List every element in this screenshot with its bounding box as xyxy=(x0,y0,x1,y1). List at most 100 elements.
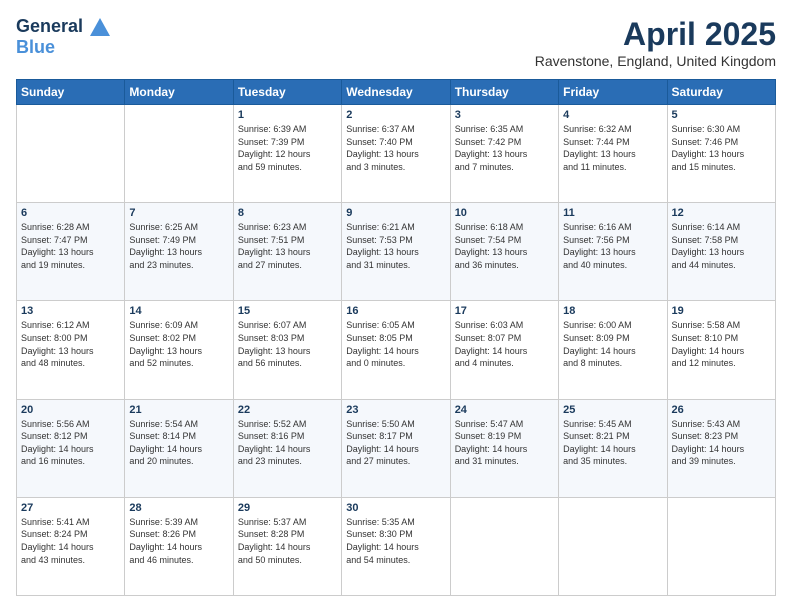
title-block: April 2025 Ravenstone, England, United K… xyxy=(535,16,776,69)
day-number: 11 xyxy=(563,207,662,219)
day-info: Sunrise: 6:39 AM Sunset: 7:39 PM Dayligh… xyxy=(238,123,337,173)
day-info: Sunrise: 6:28 AM Sunset: 7:47 PM Dayligh… xyxy=(21,221,120,271)
day-info: Sunrise: 5:50 AM Sunset: 8:17 PM Dayligh… xyxy=(346,418,445,468)
calendar-week-3: 13Sunrise: 6:12 AM Sunset: 8:00 PM Dayli… xyxy=(17,301,776,399)
day-info: Sunrise: 5:41 AM Sunset: 8:24 PM Dayligh… xyxy=(21,516,120,566)
calendar-header-friday: Friday xyxy=(559,80,667,105)
calendar-cell: 12 Sunrise: 6:14 AM Sunset: 7:58 PM Dayli… xyxy=(667,203,775,301)
calendar-cell: 9Sunrise: 6:21 AM Sunset: 7:53 PM Daylig… xyxy=(342,203,450,301)
calendar-header-sunday: Sunday xyxy=(17,80,125,105)
day-info: Sunrise: 5:54 AM Sunset: 8:14 PM Dayligh… xyxy=(129,418,228,468)
day-info: Sunrise: 5:39 AM Sunset: 8:26 PM Dayligh… xyxy=(129,516,228,566)
day-number: 10 xyxy=(455,207,554,219)
calendar-cell: 18 Sunrise: 6:00 AM Sunset: 8:09 PM Dayli… xyxy=(559,301,667,399)
calendar-cell: 16 Sunrise: 6:05 AM Sunset: 8:05 PM Dayli… xyxy=(342,301,450,399)
day-info: Sunrise: 6:30 AM Sunset: 7:46 PM Dayligh… xyxy=(672,123,771,173)
day-number: 5 xyxy=(672,109,771,121)
day-number: 26 xyxy=(672,404,771,416)
day-number: 25 xyxy=(563,404,662,416)
day-number: 28 xyxy=(129,502,228,514)
day-info: Sunrise: 5:52 AM Sunset: 8:16 PM Dayligh… xyxy=(238,418,337,468)
calendar-week-2: 6 Sunrise: 6:28 AM Sunset: 7:47 PM Daylig… xyxy=(17,203,776,301)
day-number: 18 xyxy=(563,305,662,317)
calendar-week-5: 27 Sunrise: 5:41 AM Sunset: 8:24 PM Dayli… xyxy=(17,497,776,595)
day-number: 13 xyxy=(21,305,120,317)
day-info: Sunrise: 5:37 AM Sunset: 8:28 PM Dayligh… xyxy=(238,516,337,566)
calendar-table: SundayMondayTuesdayWednesdayThursdayFrid… xyxy=(16,79,776,596)
day-info: Sunrise: 6:05 AM Sunset: 8:05 PM Dayligh… xyxy=(346,319,445,369)
day-info: Sunrise: 6:25 AM Sunset: 7:49 PM Dayligh… xyxy=(129,221,228,271)
day-info: Sunrise: 6:37 AM Sunset: 7:40 PM Dayligh… xyxy=(346,123,445,173)
day-number: 8 xyxy=(238,207,337,219)
calendar-cell: 4 Sunrise: 6:32 AM Sunset: 7:44 PM Daylig… xyxy=(559,105,667,203)
day-number: 20 xyxy=(21,404,120,416)
logo-text: General xyxy=(16,16,110,37)
day-number: 24 xyxy=(455,404,554,416)
day-info: Sunrise: 5:35 AM Sunset: 8:30 PM Dayligh… xyxy=(346,516,445,566)
calendar-cell: 21 Sunrise: 5:54 AM Sunset: 8:14 PM Dayli… xyxy=(125,399,233,497)
day-info: Sunrise: 5:58 AM Sunset: 8:10 PM Dayligh… xyxy=(672,319,771,369)
day-number: 22 xyxy=(238,404,337,416)
calendar-cell: 8 Sunrise: 6:23 AM Sunset: 7:51 PM Daylig… xyxy=(233,203,341,301)
calendar-header-wednesday: Wednesday xyxy=(342,80,450,105)
day-number: 17 xyxy=(455,305,554,317)
day-info: Sunrise: 6:32 AM Sunset: 7:44 PM Dayligh… xyxy=(563,123,662,173)
day-info: Sunrise: 6:35 AM Sunset: 7:42 PM Dayligh… xyxy=(455,123,554,173)
calendar-cell: 19Sunrise: 5:58 AM Sunset: 8:10 PM Dayli… xyxy=(667,301,775,399)
day-number: 27 xyxy=(21,502,120,514)
day-info: Sunrise: 6:23 AM Sunset: 7:51 PM Dayligh… xyxy=(238,221,337,271)
day-number: 1 xyxy=(238,109,337,121)
day-info: Sunrise: 6:07 AM Sunset: 8:03 PM Dayligh… xyxy=(238,319,337,369)
day-info: Sunrise: 5:56 AM Sunset: 8:12 PM Dayligh… xyxy=(21,418,120,468)
day-number: 14 xyxy=(129,305,228,317)
calendar-cell xyxy=(450,497,558,595)
calendar-cell: 7 Sunrise: 6:25 AM Sunset: 7:49 PM Daylig… xyxy=(125,203,233,301)
day-number: 3 xyxy=(455,109,554,121)
day-info: Sunrise: 6:18 AM Sunset: 7:54 PM Dayligh… xyxy=(455,221,554,271)
calendar-cell: 20 Sunrise: 5:56 AM Sunset: 8:12 PM Dayli… xyxy=(17,399,125,497)
day-info: Sunrise: 6:16 AM Sunset: 7:56 PM Dayligh… xyxy=(563,221,662,271)
day-number: 15 xyxy=(238,305,337,317)
calendar-header-thursday: Thursday xyxy=(450,80,558,105)
calendar-cell: 10 Sunrise: 6:18 AM Sunset: 7:54 PM Dayli… xyxy=(450,203,558,301)
calendar-cell xyxy=(125,105,233,203)
calendar-cell: 5 Sunrise: 6:30 AM Sunset: 7:46 PM Daylig… xyxy=(667,105,775,203)
calendar-cell: 1 Sunrise: 6:39 AM Sunset: 7:39 PM Daylig… xyxy=(233,105,341,203)
day-info: Sunrise: 6:00 AM Sunset: 8:09 PM Dayligh… xyxy=(563,319,662,369)
day-info: Sunrise: 5:43 AM Sunset: 8:23 PM Dayligh… xyxy=(672,418,771,468)
day-number: 7 xyxy=(129,207,228,219)
calendar-cell: 26 Sunrise: 5:43 AM Sunset: 8:23 PM Dayli… xyxy=(667,399,775,497)
day-number: 6 xyxy=(21,207,120,219)
day-number: 16 xyxy=(346,305,445,317)
logo-blue: Blue xyxy=(16,37,110,58)
day-info: Sunrise: 5:47 AM Sunset: 8:19 PM Dayligh… xyxy=(455,418,554,468)
calendar-cell: 13Sunrise: 6:12 AM Sunset: 8:00 PM Dayli… xyxy=(17,301,125,399)
day-number: 2 xyxy=(346,109,445,121)
header: General Blue April 2025 Ravenstone, Engl… xyxy=(16,16,776,69)
day-number: 12 xyxy=(672,207,771,219)
calendar-cell: 22 Sunrise: 5:52 AM Sunset: 8:16 PM Dayli… xyxy=(233,399,341,497)
location: Ravenstone, England, United Kingdom xyxy=(535,53,776,69)
day-number: 30 xyxy=(346,502,445,514)
day-number: 4 xyxy=(563,109,662,121)
calendar-cell xyxy=(17,105,125,203)
day-number: 29 xyxy=(238,502,337,514)
calendar-cell: 30 Sunrise: 5:35 AM Sunset: 8:30 PM Dayli… xyxy=(342,497,450,595)
day-number: 21 xyxy=(129,404,228,416)
calendar-cell: 28 Sunrise: 5:39 AM Sunset: 8:26 PM Dayli… xyxy=(125,497,233,595)
day-info: Sunrise: 6:03 AM Sunset: 8:07 PM Dayligh… xyxy=(455,319,554,369)
calendar-cell: 15 Sunrise: 6:07 AM Sunset: 8:03 PM Dayli… xyxy=(233,301,341,399)
calendar-week-4: 20 Sunrise: 5:56 AM Sunset: 8:12 PM Dayli… xyxy=(17,399,776,497)
day-info: Sunrise: 6:14 AM Sunset: 7:58 PM Dayligh… xyxy=(672,221,771,271)
month-year: April 2025 xyxy=(535,16,776,53)
calendar-header-saturday: Saturday xyxy=(667,80,775,105)
day-number: 9 xyxy=(346,207,445,219)
calendar-cell: 27 Sunrise: 5:41 AM Sunset: 8:24 PM Dayli… xyxy=(17,497,125,595)
calendar-cell: 6 Sunrise: 6:28 AM Sunset: 7:47 PM Daylig… xyxy=(17,203,125,301)
day-number: 23 xyxy=(346,404,445,416)
calendar-cell: 3 Sunrise: 6:35 AM Sunset: 7:42 PM Daylig… xyxy=(450,105,558,203)
calendar-cell xyxy=(559,497,667,595)
calendar-cell: 24 Sunrise: 5:47 AM Sunset: 8:19 PM Dayli… xyxy=(450,399,558,497)
page: General Blue April 2025 Ravenstone, Engl… xyxy=(0,0,792,612)
logo-icon xyxy=(90,18,110,36)
